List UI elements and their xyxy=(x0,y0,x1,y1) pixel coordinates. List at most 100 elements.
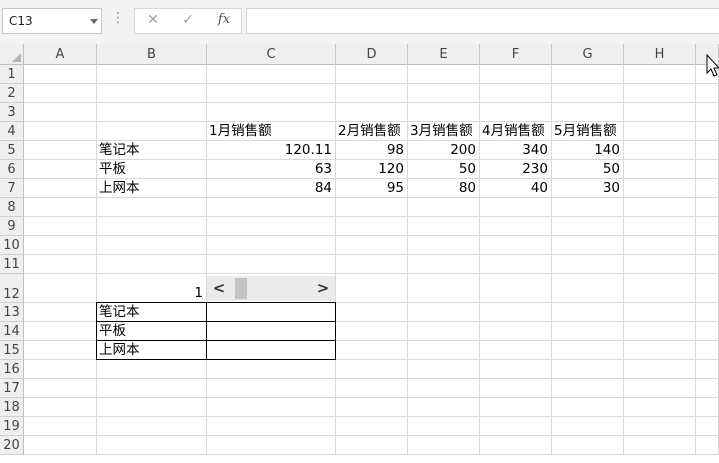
cell-b7[interactable]: 上网本 xyxy=(97,179,207,198)
cell-g15[interactable] xyxy=(552,341,624,360)
cell-h15[interactable] xyxy=(624,341,696,360)
cell-e18[interactable] xyxy=(408,398,480,417)
cell-b18[interactable] xyxy=(97,398,207,417)
row-header-1[interactable]: 1 xyxy=(0,65,24,84)
column-header-f[interactable]: F xyxy=(480,44,552,65)
cell-g16[interactable] xyxy=(552,360,624,379)
cell-a6[interactable] xyxy=(24,160,97,179)
cell-a8[interactable] xyxy=(24,198,97,217)
cell-b14[interactable]: 平板 xyxy=(97,322,207,341)
cell-d16[interactable] xyxy=(336,360,408,379)
cell-g8[interactable] xyxy=(552,198,624,217)
cell-c15[interactable] xyxy=(207,341,336,360)
cell-g19[interactable] xyxy=(552,417,624,436)
cancel-icon[interactable]: ✕ xyxy=(142,12,164,30)
cell-c9[interactable] xyxy=(207,217,336,236)
cell-f18[interactable] xyxy=(480,398,552,417)
cell-a14[interactable] xyxy=(24,322,97,341)
cell-c4[interactable]: 1月销售额 xyxy=(207,122,336,141)
cell-c3[interactable] xyxy=(207,103,336,122)
cell-b4[interactable] xyxy=(97,122,207,141)
cell-g7[interactable]: 30 xyxy=(552,179,624,198)
row-header-6[interactable]: 6 xyxy=(0,160,24,179)
cell-f16[interactable] xyxy=(480,360,552,379)
cell-f19[interactable] xyxy=(480,417,552,436)
cell-d11[interactable] xyxy=(336,255,408,274)
cell-h5[interactable] xyxy=(624,141,696,160)
cell-d18[interactable] xyxy=(336,398,408,417)
insert-function-icon[interactable]: fx xyxy=(213,12,235,30)
cell-b5[interactable]: 笔记本 xyxy=(97,141,207,160)
cell-g9[interactable] xyxy=(552,217,624,236)
cell-i12[interactable] xyxy=(696,274,719,303)
worksheet-grid[interactable]: A B C D E F G H 1 2 3 4 5 6 7 8 9 10 11 12 13 14 15 16 17 18 19 20 1… xyxy=(0,44,719,463)
scroll-thumb[interactable] xyxy=(235,278,247,299)
cell-d1[interactable] xyxy=(336,65,408,84)
cell-e15[interactable] xyxy=(408,341,480,360)
cell-d6[interactable]: 120 xyxy=(336,160,408,179)
cell-d10[interactable] xyxy=(336,236,408,255)
cell-f1[interactable] xyxy=(480,65,552,84)
column-header-b[interactable]: B xyxy=(97,44,207,65)
cell-f17[interactable] xyxy=(480,379,552,398)
row-header-9[interactable]: 9 xyxy=(0,217,24,236)
cell-g2[interactable] xyxy=(552,84,624,103)
cell-c7[interactable]: 84 xyxy=(207,179,336,198)
row-header-15[interactable]: 15 xyxy=(0,341,24,360)
cell-h1[interactable] xyxy=(624,65,696,84)
cell-h13[interactable] xyxy=(624,303,696,322)
cell-h6[interactable] xyxy=(624,160,696,179)
cell-f6[interactable]: 230 xyxy=(480,160,552,179)
cell-f8[interactable] xyxy=(480,198,552,217)
cell-e19[interactable] xyxy=(408,417,480,436)
cell-e16[interactable] xyxy=(408,360,480,379)
cell-a18[interactable] xyxy=(24,398,97,417)
row-header-19[interactable]: 19 xyxy=(0,417,24,436)
cell-b9[interactable] xyxy=(97,217,207,236)
scrollbar-control[interactable]: < > xyxy=(207,276,335,301)
cell-b3[interactable] xyxy=(97,103,207,122)
cell-a10[interactable] xyxy=(24,236,97,255)
cell-h19[interactable] xyxy=(624,417,696,436)
cell-e13[interactable] xyxy=(408,303,480,322)
cell-h20[interactable] xyxy=(624,436,696,455)
cell-i18[interactable] xyxy=(696,398,719,417)
cell-g13[interactable] xyxy=(552,303,624,322)
cell-e12[interactable] xyxy=(408,274,480,303)
cell-g4[interactable]: 5月销售额 xyxy=(552,122,624,141)
cell-a17[interactable] xyxy=(24,379,97,398)
cell-g17[interactable] xyxy=(552,379,624,398)
cell-e3[interactable] xyxy=(408,103,480,122)
cell-h14[interactable] xyxy=(624,322,696,341)
column-header-a[interactable]: A xyxy=(24,44,97,65)
cell-e9[interactable] xyxy=(408,217,480,236)
cell-g14[interactable] xyxy=(552,322,624,341)
cell-c16[interactable] xyxy=(207,360,336,379)
cell-h3[interactable] xyxy=(624,103,696,122)
cell-c6[interactable]: 63 xyxy=(207,160,336,179)
cell-d14[interactable] xyxy=(336,322,408,341)
cell-h16[interactable] xyxy=(624,360,696,379)
row-header-7[interactable]: 7 xyxy=(0,179,24,198)
cell-i4[interactable] xyxy=(696,122,719,141)
cell-a12[interactable] xyxy=(24,274,97,303)
row-header-18[interactable]: 18 xyxy=(0,398,24,417)
cell-f15[interactable] xyxy=(480,341,552,360)
cell-i10[interactable] xyxy=(696,236,719,255)
cell-e6[interactable]: 50 xyxy=(408,160,480,179)
cell-b6[interactable]: 平板 xyxy=(97,160,207,179)
cell-h17[interactable] xyxy=(624,379,696,398)
chevron-down-icon[interactable] xyxy=(90,19,98,24)
row-header-13[interactable]: 13 xyxy=(0,303,24,322)
cell-d8[interactable] xyxy=(336,198,408,217)
cell-d19[interactable] xyxy=(336,417,408,436)
cell-a5[interactable] xyxy=(24,141,97,160)
cell-e1[interactable] xyxy=(408,65,480,84)
cell-a2[interactable] xyxy=(24,84,97,103)
row-header-5[interactable]: 5 xyxy=(0,141,24,160)
cell-c17[interactable] xyxy=(207,379,336,398)
cell-f5[interactable]: 340 xyxy=(480,141,552,160)
column-header-g[interactable]: G xyxy=(552,44,624,65)
cell-d7[interactable]: 95 xyxy=(336,179,408,198)
cell-i11[interactable] xyxy=(696,255,719,274)
